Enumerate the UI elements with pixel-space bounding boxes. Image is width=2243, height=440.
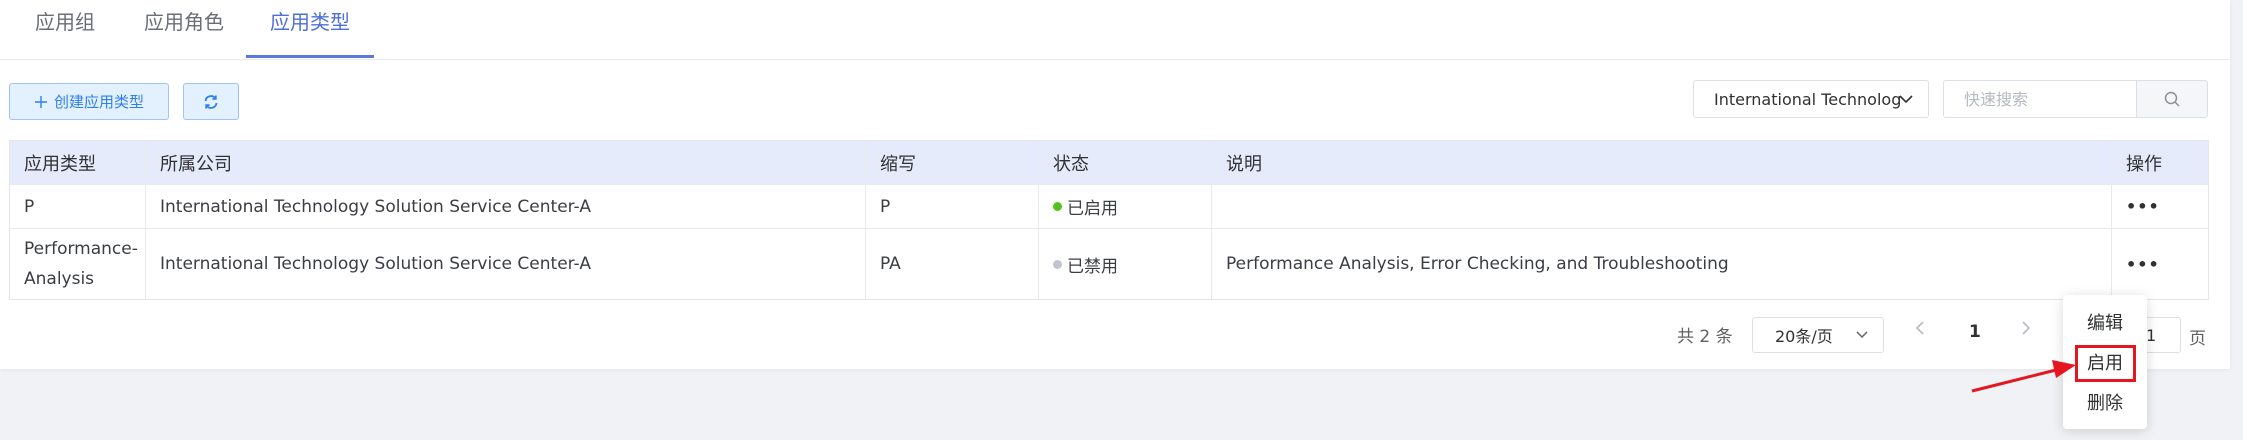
annotation-arrow-icon	[1971, 360, 2076, 393]
